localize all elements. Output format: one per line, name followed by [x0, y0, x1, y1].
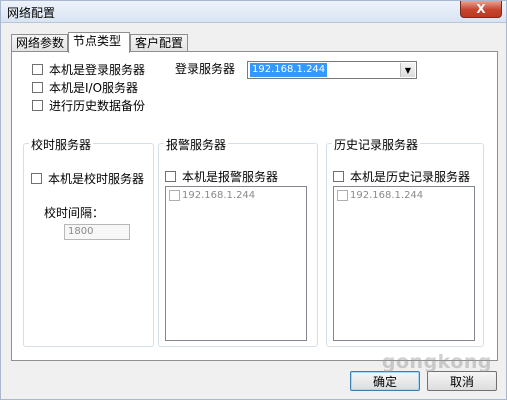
alarm-list-item-checkbox[interactable] [169, 190, 180, 201]
alarm-server-list[interactable]: 192.168.1.244 [165, 186, 307, 341]
alarm-list-item-label: 192.168.1.244 [182, 190, 256, 201]
tab-network-params[interactable]: 网络参数 [11, 34, 68, 52]
time-server-checkbox-label: 本机是校时服务器 [48, 172, 145, 186]
io-server-checkbox-label: 本机是I/O服务器 [49, 81, 139, 95]
title-bar: 网络配置 X [1, 1, 506, 23]
window-title: 网络配置 [7, 6, 56, 20]
time-server-group: 校时服务器 本机是校时服务器 校时间隔： 1800 [23, 136, 154, 347]
history-backup-checkbox-label: 进行历史数据备份 [49, 99, 146, 113]
history-list-item-label: 192.168.1.244 [350, 190, 424, 201]
time-server-legend: 校时服务器 [29, 136, 94, 153]
close-button[interactable]: X [460, 1, 502, 18]
alarm-server-checkbox-row[interactable]: 本机是报警服务器 [165, 168, 278, 185]
login-server-select[interactable]: 192.168.1.244 ▼ [247, 61, 417, 79]
history-list-item-checkbox[interactable] [337, 190, 348, 201]
node-type-panel: 本机是登录服务器 本机是I/O服务器 进行历史数据备份 登录服务器 192.16… [11, 51, 498, 361]
alarm-server-checkbox-label: 本机是报警服务器 [182, 170, 279, 184]
login-server-checkbox[interactable] [32, 64, 43, 75]
time-interval-input[interactable]: 1800 [64, 224, 130, 240]
alarm-server-group: 报警服务器 本机是报警服务器 192.168.1.244 [158, 136, 318, 347]
tab-node-type[interactable]: 节点类型 [68, 32, 130, 53]
time-interval-label: 校时间隔： [44, 206, 105, 220]
history-server-group: 历史记录服务器 本机是历史记录服务器 192.168.1.244 [326, 136, 484, 347]
history-backup-checkbox[interactable] [32, 100, 43, 111]
history-server-list[interactable]: 192.168.1.244 [333, 186, 475, 341]
login-server-checkbox-label: 本机是登录服务器 [49, 63, 146, 77]
list-item[interactable]: 192.168.1.244 [169, 190, 255, 201]
login-server-checkbox-row[interactable]: 本机是登录服务器 [32, 61, 145, 78]
tab-client-config[interactable]: 客户配置 [130, 34, 188, 52]
io-server-checkbox-row[interactable]: 本机是I/O服务器 [32, 79, 138, 96]
network-config-window: 网络配置 X 网络参数 节点类型 客户配置 本机是登录服务器 本机是I/O服务器… [0, 0, 507, 400]
cancel-button[interactable]: 取消 [427, 371, 497, 391]
history-server-checkbox[interactable] [333, 171, 344, 182]
login-server-label: 登录服务器 [175, 62, 236, 76]
ok-button[interactable]: 确定 [350, 371, 420, 391]
list-item[interactable]: 192.168.1.244 [337, 190, 423, 201]
alarm-server-legend: 报警服务器 [164, 136, 229, 153]
history-server-legend: 历史记录服务器 [332, 136, 421, 153]
history-server-checkbox-row[interactable]: 本机是历史记录服务器 [333, 168, 470, 185]
login-server-selected-value: 192.168.1.244 [250, 63, 328, 77]
alarm-server-checkbox[interactable] [165, 171, 176, 182]
history-backup-checkbox-row[interactable]: 进行历史数据备份 [32, 97, 145, 114]
chevron-down-icon[interactable]: ▼ [400, 63, 415, 77]
time-server-checkbox-row[interactable]: 本机是校时服务器 [31, 170, 144, 187]
history-server-checkbox-label: 本机是历史记录服务器 [350, 170, 471, 184]
io-server-checkbox[interactable] [32, 82, 43, 93]
time-server-checkbox[interactable] [31, 173, 42, 184]
